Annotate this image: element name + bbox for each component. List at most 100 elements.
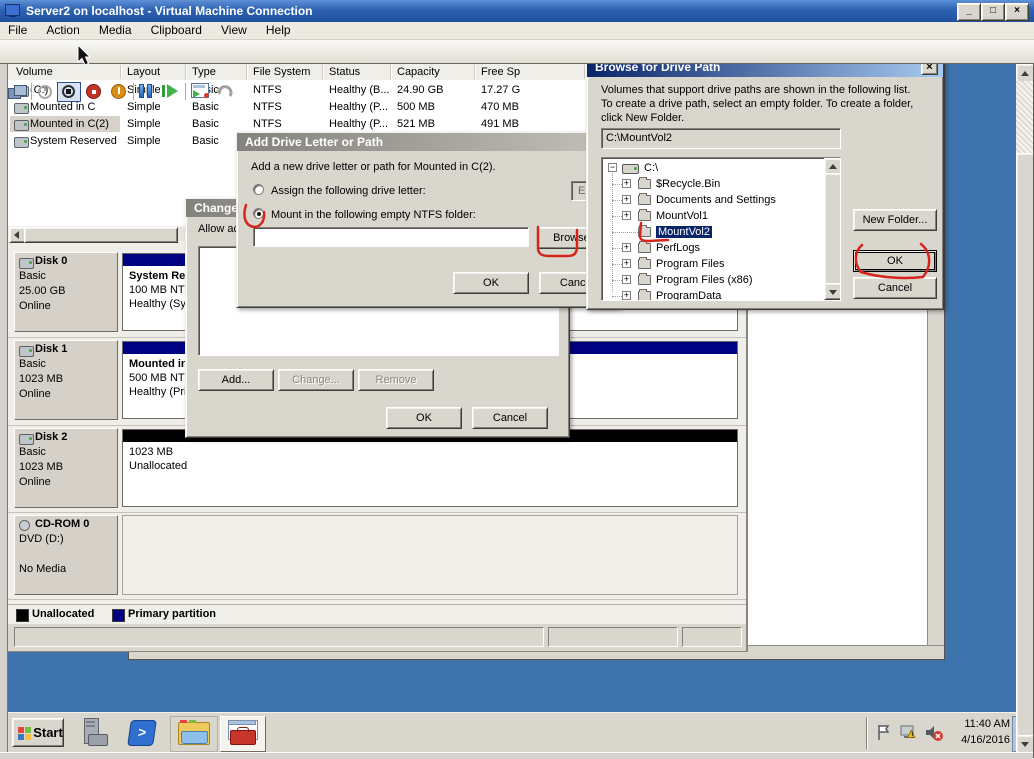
windows-flag-icon [18,727,31,740]
menu-view[interactable]: View [213,22,255,39]
cdrom-media-area[interactable] [122,515,738,595]
col-status[interactable]: Status [329,66,360,78]
tree-item-documents-and-settings[interactable]: + Documents and Settings [602,192,840,208]
expand-icon[interactable]: + [622,291,631,300]
change-cancel-button[interactable]: Cancel [472,407,548,429]
powershell-icon[interactable]: > [127,719,158,747]
folder-path-input[interactable] [253,227,529,247]
mount-folder-radio[interactable] [253,208,264,219]
cd-icon [19,520,30,531]
tray-volume-muted-icon[interactable] [924,724,944,742]
browse-cancel-button[interactable]: Cancel [853,277,937,299]
minimize-button[interactable]: _ [957,3,981,21]
open-folder-icon [638,225,651,237]
turn-off-icon-pressed[interactable] [57,82,81,102]
pause-icon[interactable] [139,84,153,98]
folder-icon [638,177,651,189]
menu-media[interactable]: Media [91,22,140,39]
taskbar: Start > ! 11:40 AM 4/16/2016 [8,712,1022,753]
vmconnect-titlebar[interactable]: Server2 on localhost - Virtual Machine C… [0,0,1034,22]
tree-item-mountvol2-selected[interactable]: MountVol2 [602,224,840,240]
tree-item-program-files-x86[interactable]: + Program Files (x86) [602,272,840,288]
red-toolbox-icon [230,730,256,745]
menu-file[interactable]: File [0,22,35,39]
admin-tools-taskbar-button-active[interactable] [220,716,266,752]
assign-letter-radio[interactable] [253,184,264,195]
tree-item-mountvol1[interactable]: + MountVol1 [602,208,840,224]
snapshot-icon[interactable] [191,83,211,99]
server-manager-icon[interactable] [78,718,112,748]
expand-icon[interactable]: + [622,259,631,268]
remove-button[interactable]: Remove [358,369,434,391]
col-capacity[interactable]: Capacity [397,66,440,78]
add-ok-button[interactable]: OK [453,272,529,294]
browse-dialog-text: Volumes that support drive paths are sho… [601,84,914,124]
browse-drive-path-dialog: Browse for Drive Path × Volumes that sup… [586,56,944,310]
tree-item-perflogs[interactable]: + PerfLogs [602,240,840,256]
vmconnect-toolbar [0,40,1034,102]
console-vscrollbar[interactable] [1016,64,1034,754]
vscroll-thumb[interactable] [1016,153,1034,737]
resume-icon[interactable] [162,84,178,98]
save-state-icon[interactable] [111,84,126,99]
selected-path-field[interactable]: C:\MountVol2 [601,128,841,149]
tray-clock[interactable]: 11:40 AM 4/16/2016 [944,716,1010,748]
change-button[interactable]: Change... [278,369,354,391]
window-title: Server2 on localhost - Virtual Machine C… [26,4,313,18]
hscroll-thumb[interactable] [24,227,178,243]
col-filesystem[interactable]: File System [253,66,310,78]
maximize-button[interactable]: □ [981,3,1005,21]
legend-unallocated-swatch [16,609,29,622]
folder-icon [638,241,651,253]
start-vm-icon[interactable] [38,85,52,99]
add-drive-letter-dialog: Add Drive Letter or Path Add a new drive… [236,132,620,308]
tree-item-recycle-bin[interactable]: + $Recycle.Bin [602,176,840,192]
change-ok-button[interactable]: OK [386,407,462,429]
col-volume[interactable]: Volume [16,66,53,78]
col-type[interactable]: Type [192,66,216,78]
close-button[interactable]: × [1005,3,1029,21]
vmconnect-app-icon [5,4,20,17]
tree-root-c[interactable]: − C:\ [602,160,840,176]
svg-text:!: ! [911,731,914,740]
revert-icon[interactable] [216,83,234,100]
expand-icon[interactable]: + [622,243,631,252]
menu-help[interactable]: Help [258,22,299,39]
menu-clipboard[interactable]: Clipboard [143,22,210,39]
legend-primary-swatch [112,609,125,622]
folder-icon [638,273,651,285]
ctrl-alt-del-icon[interactable] [8,85,28,99]
tree-item-program-files[interactable]: + Program Files [602,256,840,272]
expand-icon[interactable]: + [622,211,631,220]
shut-down-icon[interactable] [86,84,101,99]
expand-icon[interactable]: + [622,275,631,284]
folder-icon [638,257,651,269]
collapse-icon[interactable]: − [608,163,617,172]
tray-flag-icon[interactable] [876,724,892,742]
disk2-unallocated[interactable]: 1023 MB Unallocated [122,429,738,507]
start-button[interactable]: Start [12,718,64,747]
explorer-taskbar-button[interactable] [170,716,218,752]
col-layout[interactable]: Layout [127,66,160,78]
expand-icon[interactable]: + [622,179,631,188]
disk2-info-box: Disk 2 Basic 1023 MB Online [14,428,118,508]
tree-scrollbar[interactable] [824,158,840,300]
tree-item-programdata[interactable]: + ProgramData [602,288,840,300]
tree-scrollbar-thumb[interactable] [824,173,840,287]
col-freespace[interactable]: Free Sp [481,66,520,78]
folder-icon [638,209,651,221]
tray-divider [866,717,868,749]
menu-action[interactable]: Action [38,22,87,39]
folder-tree[interactable]: − C:\ + $Recycle.Bin + Documents and Set… [601,157,841,301]
disk0-info-box: Disk 0 Basic 25.00 GB Online [14,252,118,332]
tray-network-icon[interactable]: ! [900,724,920,742]
drive-icon [622,164,639,174]
browse-ok-button[interactable]: OK [853,250,937,272]
expand-icon[interactable]: + [622,195,631,204]
add-button[interactable]: Add... [198,369,274,391]
add-dialog-text: Add a new drive letter or path for Mount… [251,161,496,173]
vmconnect-menubar: File Action Media Clipboard View Help [0,22,1034,40]
change-dialog-text: Allow ac [198,223,239,235]
add-dialog-title[interactable]: Add Drive Letter or Path [237,133,619,151]
new-folder-button[interactable]: New Folder... [853,209,937,231]
